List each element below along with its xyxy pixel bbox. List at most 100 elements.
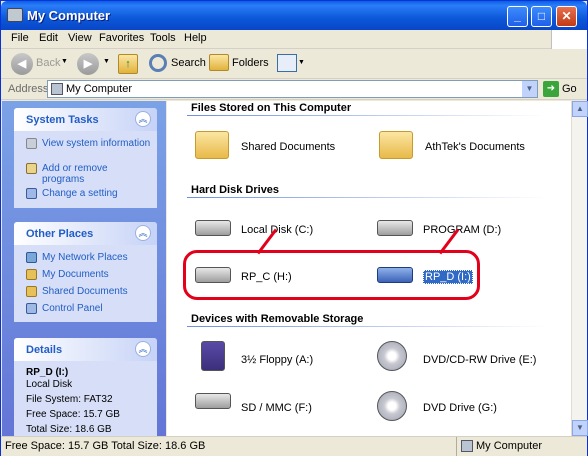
back-button-label[interactable]: Back bbox=[36, 57, 60, 69]
details-total-size: Total Size: 18.6 GB bbox=[26, 424, 112, 435]
views-icon[interactable] bbox=[277, 54, 297, 72]
minimize-button[interactable]: _ bbox=[507, 6, 528, 27]
status-bar: Free Space: 15.7 GB Total Size: 18.6 GB … bbox=[1, 436, 587, 456]
link-label: My Network Places bbox=[42, 252, 128, 263]
menu-view[interactable]: View bbox=[68, 32, 92, 44]
removable-drive-icon bbox=[195, 393, 231, 409]
address-value: My Computer bbox=[66, 83, 133, 95]
shared-documents-icon bbox=[26, 286, 37, 297]
add-remove-programs-link[interactable]: Add or remove programs bbox=[26, 163, 151, 185]
system-tasks-header[interactable]: System Tasks ︽ bbox=[14, 108, 157, 131]
collapse-chevron-icon[interactable]: ︽ bbox=[135, 111, 151, 127]
address-bar: Address My Computer ▼ ➜ Go bbox=[1, 79, 587, 100]
shared-folder-icon bbox=[195, 131, 229, 159]
search-button-label[interactable]: Search bbox=[171, 57, 206, 69]
up-folder-icon[interactable]: ↑ bbox=[118, 54, 138, 74]
forward-arrow-icon[interactable]: ▶ bbox=[77, 53, 99, 75]
vertical-scrollbar[interactable]: ▲ ▼ bbox=[571, 101, 588, 436]
my-computer-icon bbox=[7, 8, 23, 22]
item-label: PROGRAM (D:) bbox=[423, 224, 502, 236]
details-header[interactable]: Details ︽ bbox=[14, 338, 157, 361]
scroll-up-icon[interactable]: ▲ bbox=[572, 101, 588, 117]
forward-dropdown-icon[interactable]: ▼ bbox=[103, 58, 110, 65]
shared-documents-link[interactable]: Shared Documents bbox=[26, 286, 128, 297]
add-remove-icon bbox=[26, 163, 37, 174]
menu-bar: File Edit View Favorites Tools Help bbox=[1, 30, 587, 49]
address-dropdown-icon[interactable]: ▼ bbox=[522, 81, 537, 97]
menu-file[interactable]: File bbox=[11, 32, 29, 44]
link-label: View system information bbox=[42, 138, 151, 149]
system-tasks-panel: System Tasks ︽ View system information Ad… bbox=[14, 108, 157, 208]
highlight-annotation bbox=[183, 250, 480, 300]
menu-favorites[interactable]: Favorites bbox=[99, 32, 144, 44]
back-dropdown-icon[interactable]: ▼ bbox=[61, 58, 68, 65]
section-hdd-title: Hard Disk Drives bbox=[191, 184, 280, 196]
status-divider bbox=[456, 437, 457, 456]
address-field[interactable]: My Computer ▼ bbox=[47, 80, 538, 98]
section-divider bbox=[187, 326, 547, 327]
scroll-down-icon[interactable]: ▼ bbox=[572, 420, 588, 436]
other-places-header[interactable]: Other Places ︽ bbox=[14, 222, 157, 245]
address-label: Address bbox=[8, 83, 49, 95]
details-panel: Details ︽ RP_D (I:) Local Disk File Syste… bbox=[14, 338, 157, 436]
item-label: DVD Drive (G:) bbox=[423, 402, 497, 414]
view-system-information-link[interactable]: View system information bbox=[26, 138, 151, 149]
hard-drive-icon bbox=[195, 220, 231, 236]
folders-button-label[interactable]: Folders bbox=[232, 57, 269, 69]
item-label: DVD/CD-RW Drive (E:) bbox=[423, 354, 537, 366]
link-label: My Documents bbox=[42, 269, 109, 280]
menu-tools[interactable]: Tools bbox=[150, 32, 176, 44]
section-removable-title: Devices with Removable Storage bbox=[191, 313, 364, 325]
status-right-text: My Computer bbox=[476, 440, 543, 452]
go-arrow-icon[interactable]: ➜ bbox=[543, 81, 559, 97]
my-computer-small-icon bbox=[461, 440, 473, 452]
control-panel-icon bbox=[26, 303, 37, 314]
my-network-places-link[interactable]: My Network Places bbox=[26, 252, 128, 263]
windows-logo-icon bbox=[551, 30, 587, 49]
views-dropdown-icon[interactable]: ▼ bbox=[298, 59, 305, 66]
control-panel-link[interactable]: Control Panel bbox=[26, 303, 103, 314]
system-tasks-title: System Tasks bbox=[26, 114, 99, 126]
window: My Computer _ □ ✕ File Edit View Favorit… bbox=[0, 0, 588, 456]
back-arrow-icon[interactable]: ◀ bbox=[11, 53, 33, 75]
floppy-drive-icon bbox=[201, 341, 225, 371]
details-title: Details bbox=[26, 344, 63, 356]
other-places-title: Other Places bbox=[26, 228, 94, 240]
my-computer-small-icon bbox=[51, 83, 63, 95]
link-label: Add or remove programs bbox=[42, 163, 108, 185]
window-title: My Computer bbox=[27, 8, 111, 23]
item-label: Shared Documents bbox=[241, 141, 336, 153]
close-button[interactable]: ✕ bbox=[556, 6, 577, 27]
section-files-title: Files Stored on This Computer bbox=[191, 102, 352, 114]
menu-help[interactable]: Help bbox=[184, 32, 207, 44]
collapse-chevron-icon[interactable]: ︽ bbox=[135, 225, 151, 241]
status-left-text: Free Space: 15.7 GB Total Size: 18.6 GB bbox=[5, 440, 206, 452]
folders-icon[interactable] bbox=[209, 54, 229, 71]
menu-edit[interactable]: Edit bbox=[39, 32, 58, 44]
search-icon[interactable] bbox=[149, 54, 167, 72]
hard-drive-icon bbox=[377, 220, 413, 236]
other-places-panel: Other Places ︽ My Network Places My Docum… bbox=[14, 222, 157, 322]
title-bar[interactable]: My Computer _ □ ✕ bbox=[1, 1, 587, 30]
section-divider bbox=[187, 115, 547, 116]
my-documents-link[interactable]: My Documents bbox=[26, 269, 109, 280]
details-file-system: File System: FAT32 bbox=[26, 394, 113, 405]
item-label: 3½ Floppy (A:) bbox=[241, 354, 314, 366]
my-documents-icon bbox=[26, 269, 37, 280]
item-label: SD / MMC (F:) bbox=[241, 402, 312, 414]
change-setting-link[interactable]: Change a setting bbox=[26, 188, 151, 199]
details-free-space: Free Space: 15.7 GB bbox=[26, 409, 120, 420]
toolbar: ◀ Back ▼ ▶ ▼ ↑ Search Folders ▼ bbox=[1, 49, 587, 79]
collapse-chevron-icon[interactable]: ︽ bbox=[135, 341, 151, 357]
control-panel-icon bbox=[26, 188, 37, 199]
dvd-drive-icon bbox=[377, 391, 407, 421]
cd-drive-icon bbox=[377, 341, 407, 371]
details-drive-type: Local Disk bbox=[26, 379, 73, 390]
maximize-button[interactable]: □ bbox=[531, 6, 552, 27]
go-button-label[interactable]: Go bbox=[562, 83, 577, 95]
link-label: Change a setting bbox=[42, 188, 118, 199]
task-pane: System Tasks ︽ View system information Ad… bbox=[2, 101, 166, 436]
section-divider bbox=[187, 197, 547, 198]
item-label: AthTek's Documents bbox=[425, 141, 525, 153]
network-places-icon bbox=[26, 252, 37, 263]
